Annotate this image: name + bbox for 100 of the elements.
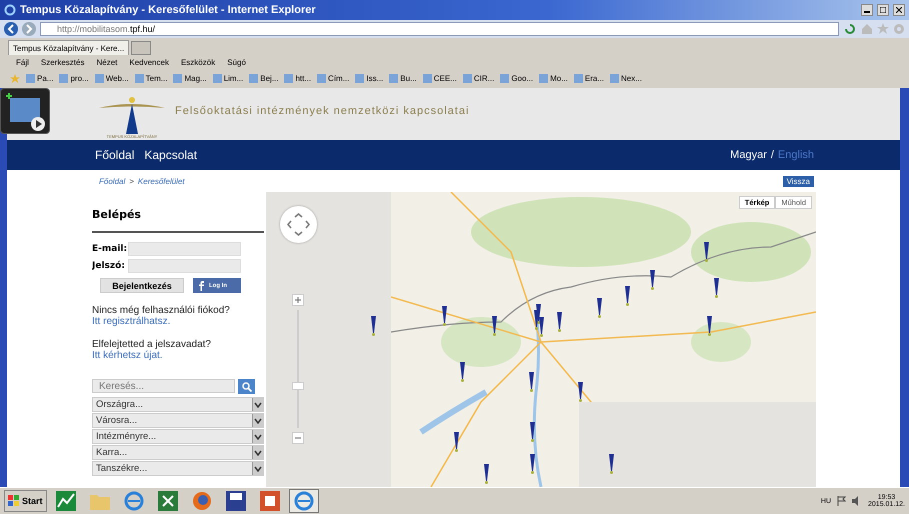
browser-icon	[124, 491, 144, 511]
browser-icon	[294, 491, 314, 511]
browser-tab[interactable]: Tempus Közalapítvány - Kere...	[8, 40, 130, 55]
favorite-link[interactable]: Iss...	[355, 74, 384, 83]
map-pin-icon[interactable]	[484, 464, 489, 484]
login-button[interactable]: Bejelentkezés	[100, 278, 184, 293]
input-field[interactable]	[128, 242, 241, 256]
close-button[interactable]	[893, 4, 905, 16]
windows-logo-icon	[8, 495, 20, 507]
language-separator: /	[770, 149, 774, 161]
favorite-link[interactable]: Lim...	[212, 74, 244, 83]
map-pin-icon[interactable]	[371, 316, 376, 336]
widget-background[interactable]	[0, 88, 50, 134]
register-link[interactable]: Itt regisztrálhatsz.	[92, 316, 264, 327]
favorite-link[interactable]: Bej...	[249, 74, 278, 83]
minimize-button[interactable]	[861, 4, 873, 16]
map-pin-icon[interactable]	[597, 298, 602, 318]
page-icon	[26, 74, 35, 83]
favorite-link[interactable]: Mag...	[173, 74, 207, 83]
forgot-password-link[interactable]: Itt kérhetsz újat.	[92, 350, 264, 361]
zoom-in-button[interactable]	[292, 294, 304, 306]
search-button[interactable]	[238, 379, 255, 394]
breadcrumb-separator: >	[129, 176, 134, 186]
site-tagline: Felsőoktatási intézmények nemzetközi kapcsolatai	[175, 105, 470, 117]
map-pin-icon[interactable]	[460, 362, 465, 382]
language-link[interactable]: Magyar	[730, 149, 767, 161]
favorite-link[interactable]: Era...	[574, 74, 604, 83]
menu-item[interactable]: Eszközök	[180, 58, 216, 66]
menu-item[interactable]: Nézet	[96, 58, 118, 66]
map-pin-icon[interactable]	[714, 278, 719, 298]
chart-icon	[56, 491, 76, 511]
favorite-link[interactable]: Mo...	[539, 74, 568, 83]
page-icon	[59, 74, 68, 83]
favorite-link[interactable]: Cím...	[317, 74, 350, 83]
map-pin-icon[interactable]	[534, 310, 539, 330]
search-field[interactable]: Keresés...	[92, 379, 235, 393]
nav-link[interactable]: Kapcsolat	[144, 148, 198, 162]
menu-item[interactable]: Fájl	[16, 58, 29, 66]
map-pin-icon[interactable]	[707, 316, 712, 336]
filter-dropdown[interactable]: Tanszékre...	[92, 461, 264, 476]
map-pin-icon[interactable]	[530, 422, 535, 442]
maximize-button[interactable]	[877, 4, 889, 16]
field-label: E-mail:	[92, 244, 128, 254]
map-pin-icon[interactable]	[557, 312, 562, 332]
map-pin-icon[interactable]	[454, 432, 459, 452]
favorite-link[interactable]: CEE...	[422, 74, 457, 83]
favorite-link[interactable]: pro...	[59, 74, 89, 83]
flag-icon[interactable]	[837, 496, 846, 506]
page-icon	[389, 74, 398, 83]
map-pin-icon[interactable]	[442, 306, 447, 326]
filter-dropdown[interactable]: Intézményre...	[92, 429, 264, 444]
start-button[interactable]: Start	[4, 490, 47, 512]
map-pin-icon[interactable]	[625, 286, 630, 306]
input-field[interactable]	[128, 258, 241, 272]
facebook-icon	[199, 280, 204, 290]
map-pin-icon[interactable]	[609, 454, 614, 474]
menu-item[interactable]: Szerkesztés	[40, 58, 84, 66]
page-icon	[462, 74, 472, 83]
star-icon[interactable]	[877, 23, 889, 35]
map-pin-icon[interactable]	[492, 316, 497, 336]
logo-drawing	[97, 96, 167, 134]
menu-item[interactable]: Kedvencek	[129, 58, 169, 66]
favorite-link[interactable]: Bu...	[389, 74, 417, 83]
favorite-link[interactable]: Nex...	[610, 74, 642, 83]
presentation-icon	[260, 491, 280, 511]
folder-icon	[90, 492, 110, 510]
zoom-slider-thumb[interactable]	[292, 382, 304, 390]
favorite-link[interactable]: htt...	[284, 74, 312, 83]
map-pin-icon[interactable]	[704, 242, 709, 262]
zoom-out-button[interactable]	[292, 432, 304, 444]
plus-icon	[294, 296, 302, 304]
map-pin-icon[interactable]	[539, 317, 544, 337]
pan-control[interactable]	[280, 206, 317, 243]
breadcrumb-link[interactable]: Keresőfelület	[138, 176, 185, 186]
favorite-link[interactable]: Tem...	[134, 74, 168, 83]
star-icon[interactable]	[10, 74, 20, 84]
nav-link[interactable]: Főoldal	[95, 148, 134, 162]
menu-item[interactable]: Súgó	[227, 58, 246, 66]
favorite-link[interactable]: Web...	[94, 74, 129, 83]
favorite-link[interactable]: CIR...	[462, 74, 494, 83]
back-button[interactable]: Vissza	[782, 176, 814, 186]
favorite-link[interactable]: Goo...	[500, 74, 534, 83]
favorite-link[interactable]: Pa...	[26, 74, 54, 83]
page-icon	[539, 74, 548, 83]
page-icon	[317, 74, 326, 83]
back-icon[interactable]	[4, 22, 18, 36]
map-pin-icon[interactable]	[529, 372, 534, 392]
map-pin-icon[interactable]	[650, 270, 655, 290]
video-play-icon	[4, 92, 48, 132]
breadcrumb-link[interactable]: Főoldal	[99, 176, 126, 186]
page-icon	[422, 74, 432, 83]
filter-dropdown[interactable]: Karra...	[92, 445, 264, 460]
filter-dropdown[interactable]: Országra...	[92, 397, 264, 412]
map-pin-icon[interactable]	[530, 454, 535, 474]
chevron-down-icon	[252, 398, 263, 411]
filter-dropdown[interactable]: Városra...	[92, 413, 264, 428]
refresh-icon[interactable]	[843, 22, 857, 36]
address-field[interactable]: http://mobilitasom.tpf.hu/	[40, 22, 839, 36]
page-icon	[284, 74, 294, 83]
map-pin-icon[interactable]	[578, 382, 583, 402]
